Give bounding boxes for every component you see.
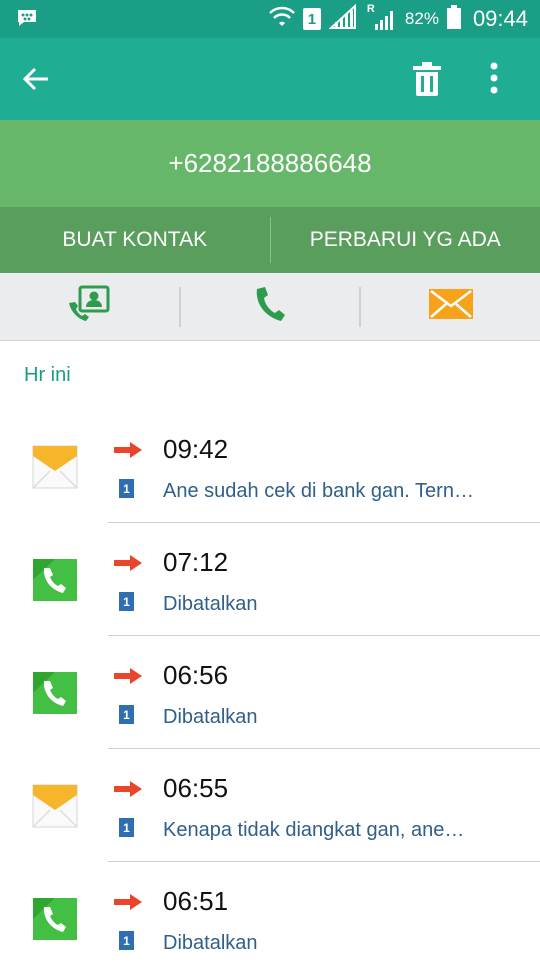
log-time: 07:12 xyxy=(163,547,228,578)
battery-percent: 82% xyxy=(405,9,439,29)
envelope-icon xyxy=(429,289,473,324)
phone-icon xyxy=(254,285,286,328)
log-time: 06:51 xyxy=(163,886,228,917)
more-options-icon[interactable] xyxy=(490,62,498,99)
app-bar xyxy=(0,38,540,120)
outgoing-arrow-icon xyxy=(114,894,142,915)
sim-indicator: 1 xyxy=(119,592,134,611)
sim-indicator: 1 xyxy=(119,479,134,498)
sim-card-icon: 1 xyxy=(303,8,321,30)
log-entry[interactable]: 06:51 1 Dibatalkan xyxy=(0,862,540,975)
call-type-icon xyxy=(32,897,78,946)
delete-trash-icon[interactable] xyxy=(412,62,442,101)
bbm-notification-icon xyxy=(16,8,38,33)
wifi-icon xyxy=(269,5,295,34)
phone-number-header: +6282188886648 xyxy=(0,120,540,207)
update-existing-button[interactable]: PERBARUI YG ADA xyxy=(271,207,540,273)
log-detail: Dibatalkan xyxy=(163,706,523,729)
sim-indicator: 1 xyxy=(119,931,134,950)
call-type-icon xyxy=(32,671,78,720)
back-arrow-icon[interactable] xyxy=(22,65,50,98)
log-time: 06:55 xyxy=(163,773,228,804)
contact-call-icon xyxy=(67,285,111,328)
battery-icon xyxy=(447,5,461,34)
signal-strength-icon xyxy=(329,4,359,35)
log-entry[interactable]: 06:55 1 Kenapa tidak diangkat gan, ane… xyxy=(0,749,540,862)
video-call-contact-button[interactable] xyxy=(0,273,179,340)
roaming-signal-icon: R xyxy=(367,6,397,32)
call-type-icon xyxy=(32,558,78,607)
log-time: 06:56 xyxy=(163,660,228,691)
log-detail: Ane sudah cek di bank gan. Tern… xyxy=(163,480,523,503)
create-contact-button[interactable]: BUAT KONTAK xyxy=(0,207,270,273)
log-entry[interactable]: 06:56 1 Dibatalkan xyxy=(0,636,540,749)
message-call-log: 09:42 1 Ane sudah cek di bank gan. Tern…… xyxy=(0,410,540,975)
message-button[interactable] xyxy=(361,273,540,340)
sim-indicator: 1 xyxy=(119,818,134,837)
section-label-today: Hr ini xyxy=(24,364,71,387)
log-detail: Dibatalkan xyxy=(163,932,523,955)
log-entry[interactable]: 09:42 1 Ane sudah cek di bank gan. Tern… xyxy=(0,410,540,523)
outgoing-arrow-icon xyxy=(114,668,142,689)
call-button[interactable] xyxy=(181,273,360,340)
status-bar: 1 R 82% 09:44 xyxy=(0,0,540,38)
message-type-icon xyxy=(32,784,78,833)
log-detail: Kenapa tidak diangkat gan, ane… xyxy=(163,819,523,842)
contact-action-bar: BUAT KONTAK PERBARUI YG ADA xyxy=(0,207,540,273)
outgoing-arrow-icon xyxy=(114,555,142,576)
log-time: 09:42 xyxy=(163,434,228,465)
log-entry[interactable]: 07:12 1 Dibatalkan xyxy=(0,523,540,636)
message-type-icon xyxy=(32,445,78,494)
log-detail: Dibatalkan xyxy=(163,593,523,616)
outgoing-arrow-icon xyxy=(114,442,142,463)
status-clock: 09:44 xyxy=(473,6,528,32)
sim-indicator: 1 xyxy=(119,705,134,724)
communication-icon-bar xyxy=(0,273,540,341)
outgoing-arrow-icon xyxy=(114,781,142,802)
